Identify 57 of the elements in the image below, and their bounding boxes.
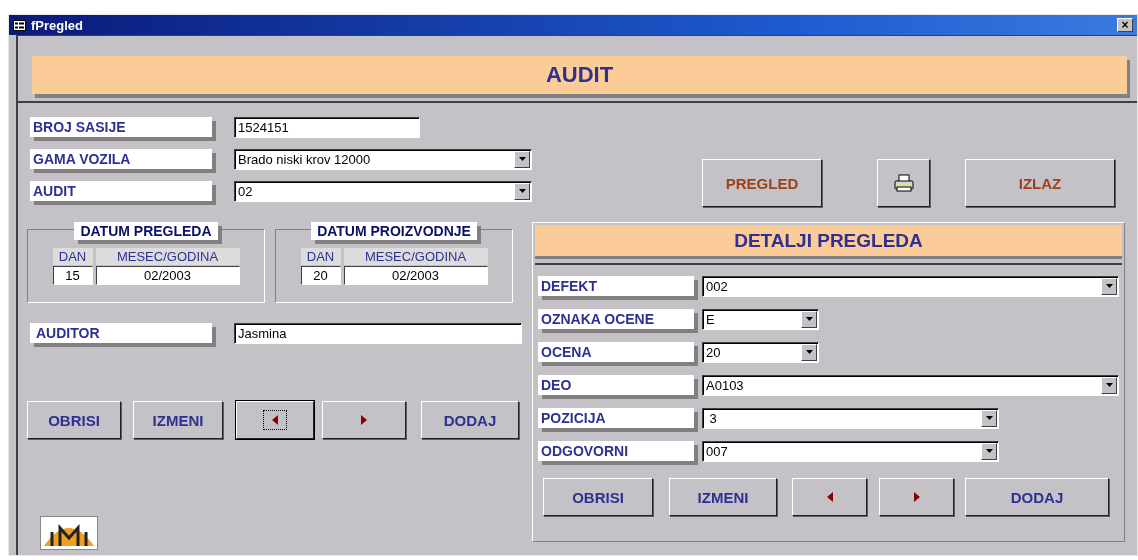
action-button[interactable]: IZLAZ (965, 159, 1115, 207)
action-button[interactable]: OBRISI (543, 478, 653, 516)
caret-icon (518, 157, 526, 161)
previous-button[interactable] (236, 401, 314, 439)
dropdown-button[interactable] (981, 442, 997, 460)
panel-header: DETALJI PREGLEDA (535, 225, 1122, 256)
next-button[interactable] (322, 401, 406, 439)
close-button[interactable]: × (1117, 18, 1133, 32)
day-field[interactable]: 20 (300, 266, 341, 285)
caret-icon (985, 449, 993, 453)
dropdown-button[interactable] (981, 409, 997, 427)
caret-icon (805, 350, 813, 354)
day-field[interactable]: 15 (52, 266, 93, 285)
form-icon (13, 19, 26, 31)
dropdown-button[interactable] (801, 343, 817, 361)
combo-box[interactable]: E (702, 308, 819, 330)
right-arrow-icon (361, 415, 367, 425)
caret-icon (985, 416, 993, 420)
dropdown-button[interactable] (1101, 376, 1117, 394)
column-label: DAN (52, 248, 93, 265)
dropdown-button[interactable] (514, 150, 530, 168)
combo-box[interactable]: 002 (702, 275, 1119, 297)
combo-box[interactable]: Brado niski krov 12000 (234, 148, 532, 170)
dropdown-button[interactable] (1101, 277, 1117, 295)
column-label: MESEC/GODINA (343, 248, 488, 265)
month-field[interactable]: 02/2003 (95, 266, 240, 285)
left-arrow-icon (826, 492, 833, 502)
combo-box[interactable]: 02 (234, 180, 532, 202)
caret-icon (805, 317, 813, 321)
input-field[interactable]: Jasmina (234, 322, 522, 344)
window-title: fPregled (31, 17, 83, 33)
combo-box[interactable]: 007 (702, 440, 999, 462)
caret-icon (1105, 284, 1113, 288)
action-button[interactable]: DODAJ (421, 401, 519, 439)
dropdown-button[interactable] (514, 182, 530, 200)
column-label: DAN (300, 248, 341, 265)
combo-box[interactable]: 3 (702, 407, 999, 429)
dropdown-button[interactable] (801, 310, 817, 328)
left-arrow-icon (272, 415, 278, 425)
action-button[interactable]: IZMENI (669, 478, 777, 516)
caret-icon (518, 189, 526, 193)
logo-icon (40, 516, 98, 550)
next-button[interactable] (879, 478, 954, 516)
right-arrow-icon (913, 492, 920, 502)
combo-box[interactable]: 20 (702, 341, 819, 363)
month-field[interactable]: 02/2003 (343, 266, 488, 285)
action-button[interactable]: PREGLED (702, 159, 822, 207)
previous-button[interactable] (792, 478, 867, 516)
action-button[interactable]: OBRISI (27, 401, 121, 439)
printer-icon (893, 174, 914, 192)
action-button[interactable]: DODAJ (965, 478, 1109, 516)
print-button[interactable] (877, 159, 930, 207)
column-label: MESEC/GODINA (95, 248, 240, 265)
combo-box[interactable]: A0103 (702, 374, 1119, 396)
action-button[interactable]: IZMENI (133, 401, 223, 439)
input-field[interactable]: 1524151 (234, 116, 420, 138)
caret-icon (1105, 383, 1113, 387)
